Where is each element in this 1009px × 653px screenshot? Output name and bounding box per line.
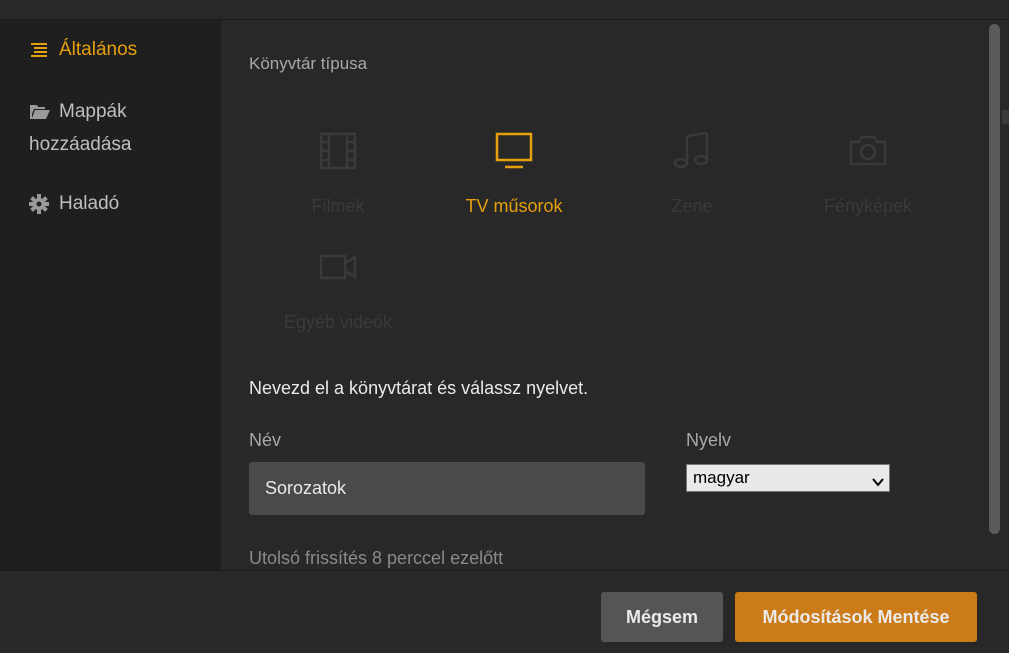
name-language-heading: Nevezd el a könyvtárat és válassz nyelve… xyxy=(249,378,589,398)
sidebar-item-label-line2: hozzáadása xyxy=(29,134,132,155)
type-photos[interactable]: Fényképek xyxy=(783,130,953,240)
list-icon xyxy=(29,42,51,58)
library-type-title: Könyvtár típusa xyxy=(249,54,368,73)
save-changes-button[interactable]: Módosítások Mentése xyxy=(735,592,977,642)
type-label: Filmek xyxy=(311,196,365,216)
chevron-down-icon xyxy=(871,471,885,487)
library-name-input[interactable] xyxy=(249,462,645,515)
type-movies[interactable]: Filmek xyxy=(253,130,423,240)
type-tv-shows[interactable]: TV műsorok xyxy=(429,130,599,240)
video-camera-icon xyxy=(317,246,359,288)
sidebar-item-label: Általános xyxy=(59,39,138,60)
sidebar-item-general[interactable]: Általános xyxy=(29,33,137,66)
last-updated-text: Utolsó frissítés 8 perccel ezelőtt xyxy=(249,548,504,568)
cancel-button[interactable]: Mégsem xyxy=(601,592,723,642)
sidebar-item-label-line1: Mappák xyxy=(59,101,127,122)
edge-handle xyxy=(1002,110,1009,124)
scrollbar-thumb[interactable] xyxy=(989,24,1000,534)
type-label: Egyéb videók xyxy=(283,312,393,332)
footer: Mégsem Módosítások Mentése xyxy=(0,570,1009,653)
language-select[interactable]: magyar xyxy=(686,464,890,492)
type-label: Zene xyxy=(671,196,713,216)
type-label: Fényképek xyxy=(823,196,913,216)
sidebar-item-advanced[interactable]: Haladó xyxy=(29,187,119,220)
language-select-value: magyar xyxy=(693,468,750,487)
type-label: TV műsorok xyxy=(465,196,563,216)
sidebar-item-label: Haladó xyxy=(59,193,120,214)
music-note-icon xyxy=(671,130,713,172)
top-bar xyxy=(0,0,1009,20)
name-label: Név xyxy=(249,430,282,450)
gear-icon xyxy=(29,193,51,214)
folder-open-icon xyxy=(29,103,51,121)
sidebar-item-add-folders[interactable]: Mappák hozzáadása xyxy=(29,95,131,161)
tv-icon xyxy=(493,130,535,172)
main-panel: Könyvtár típusa Filmek TV műsorok Zene F… xyxy=(221,20,988,570)
film-icon xyxy=(317,130,359,172)
camera-icon xyxy=(847,130,889,172)
type-other-videos[interactable]: Egyéb videók xyxy=(253,246,423,356)
type-music[interactable]: Zene xyxy=(607,130,777,240)
sidebar: Általános Mappák hozzáadása Haladó xyxy=(0,20,221,570)
language-label: Nyelv xyxy=(686,430,732,450)
